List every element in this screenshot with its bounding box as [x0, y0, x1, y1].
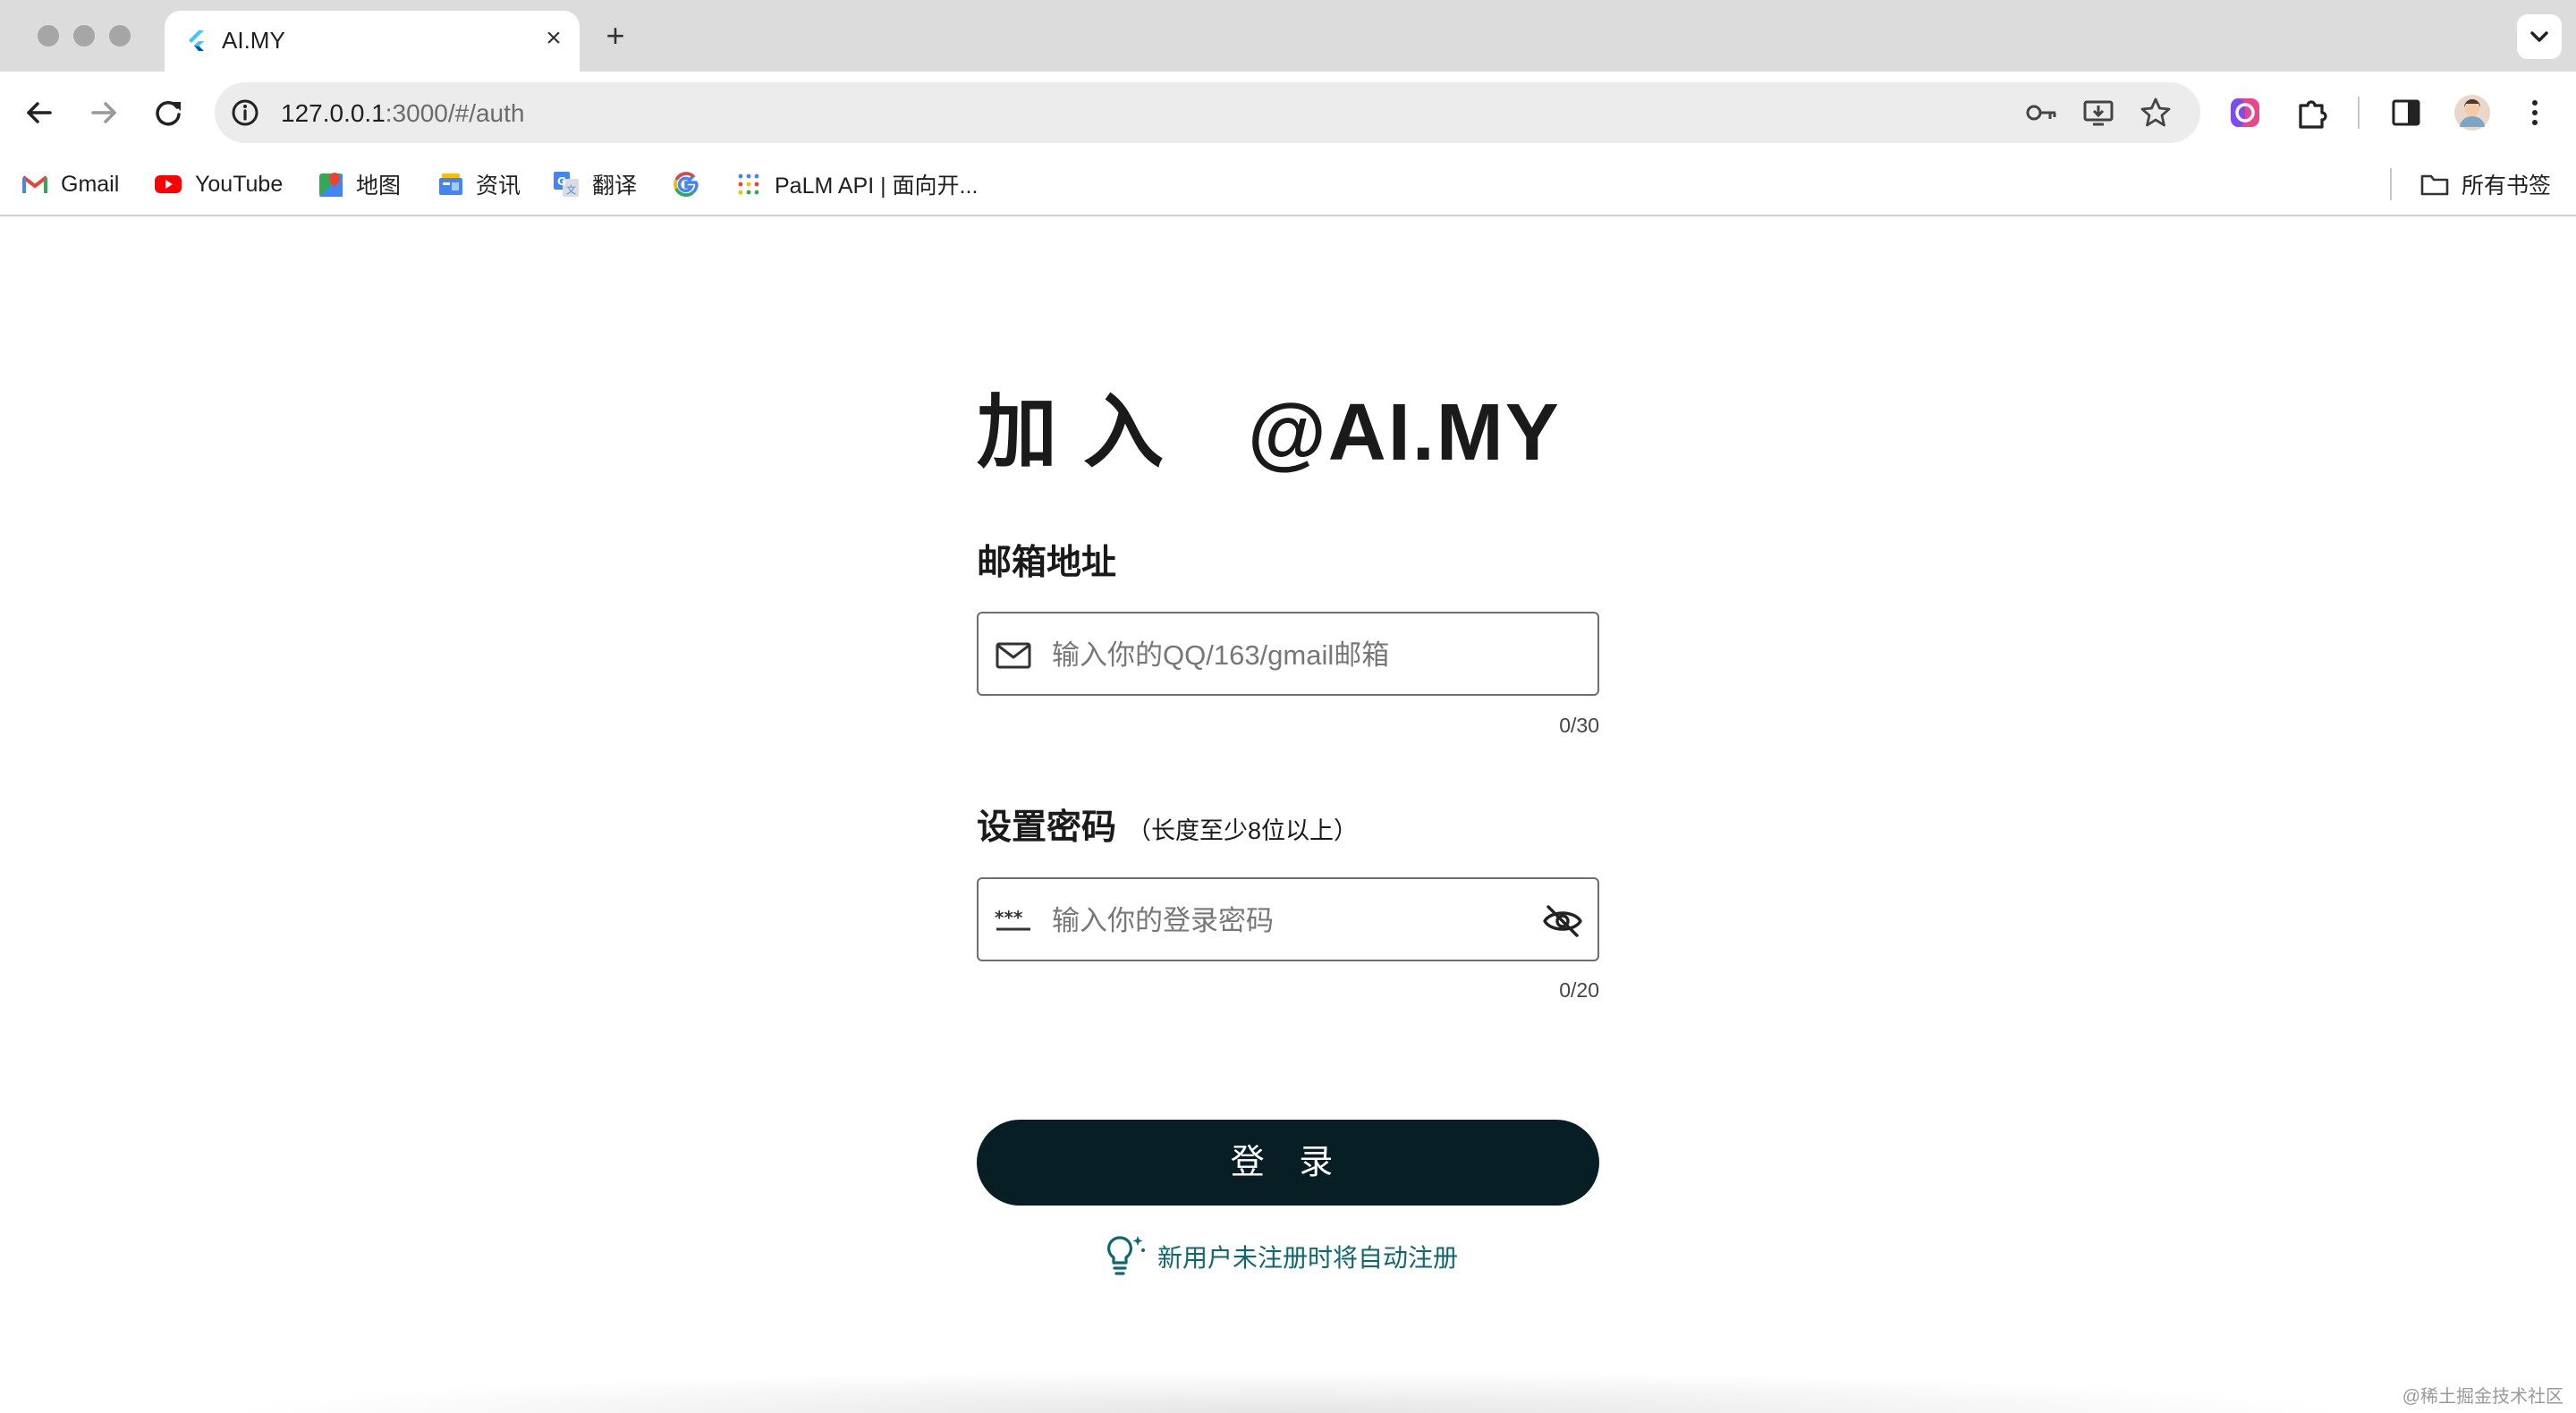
bottom-shadow: [215, 1370, 2361, 1413]
close-tab-button[interactable]: ×: [538, 23, 569, 54]
profile-avatar-icon[interactable]: [2453, 93, 2492, 132]
bookmark-maps[interactable]: 地图: [318, 166, 401, 202]
email-label: 邮箱地址: [977, 544, 1117, 582]
minimize-window-button[interactable]: [73, 25, 95, 47]
back-icon[interactable]: [20, 93, 59, 132]
close-window-button[interactable]: [38, 25, 59, 47]
translate-icon: G 文: [554, 172, 579, 197]
palm-icon: [738, 173, 759, 195]
bookmark-translate[interactable]: G 文 翻译: [553, 166, 637, 202]
email-counter: 0/30: [1559, 714, 1599, 737]
youtube-icon: [155, 175, 182, 193]
url-text[interactable]: 127.0.0.1:3000/#/auth: [281, 99, 524, 128]
site-info-icon[interactable]: [227, 95, 263, 131]
login-button[interactable]: 登 录: [977, 1120, 1599, 1206]
bookmark-gmail[interactable]: Gmail: [21, 166, 119, 202]
zoom-window-button[interactable]: [109, 25, 131, 47]
svg-text:文: 文: [566, 183, 576, 196]
maps-icon: [319, 173, 343, 197]
extensions-icon[interactable]: [2292, 93, 2331, 132]
lightbulb-icon: [1107, 1236, 1145, 1275]
password-counter: 0/20: [1559, 978, 1599, 1002]
auto-register-text: 新用户未注册时将自动注册: [1157, 1244, 1459, 1272]
toolbar-divider: [2358, 97, 2360, 129]
address-bar[interactable]: 127.0.0.1:3000/#/auth: [215, 82, 2200, 143]
google-icon: [674, 172, 699, 197]
auto-register-tip: 新用户未注册时将自动注册: [1104, 1234, 1458, 1279]
side-panel-icon[interactable]: [2386, 93, 2426, 132]
reload-icon[interactable]: [148, 93, 188, 132]
password-icon: ***: [995, 907, 1030, 931]
auth-page: 加 入 @AI.MY 邮箱地址 0/30 设置密码（长度至少8位以上） *** …: [0, 216, 2576, 1413]
browser-toolbar: 127.0.0.1:3000/#/auth: [0, 72, 2576, 154]
email-input[interactable]: [1050, 633, 1555, 678]
flutter-icon: [189, 30, 204, 51]
more-menu-icon[interactable]: [2515, 93, 2555, 132]
color-extension-icon[interactable]: [2225, 93, 2265, 132]
bookmark-news[interactable]: 资讯: [438, 166, 521, 202]
new-tab-button[interactable]: +: [597, 18, 633, 54]
bookmarks-divider: [2390, 168, 2392, 200]
active-tab[interactable]: AI.MY ×: [165, 11, 580, 72]
folder-icon: [2420, 174, 2449, 196]
forward-icon[interactable]: [84, 93, 123, 132]
tab-search-button[interactable]: [2517, 14, 2562, 59]
page-title: 加 入 @AI.MY: [977, 388, 1561, 478]
bookmark-youtube[interactable]: YouTube: [154, 166, 283, 202]
key-icon[interactable]: [2023, 95, 2059, 131]
gmail-icon: [21, 175, 48, 193]
bookmark-google[interactable]: [673, 166, 712, 202]
email-field[interactable]: [977, 612, 1599, 696]
password-input[interactable]: [1050, 899, 1555, 943]
bookmark-palm-api[interactable]: PaLM API | 面向开...: [735, 166, 978, 202]
install-app-icon[interactable]: [2080, 95, 2116, 131]
all-bookmarks-button[interactable]: 所有书签: [2420, 166, 2551, 202]
bookmarks-bar: Gmail YouTube 地图 资讯 G 文 翻译 PaLM API | 面向…: [0, 154, 2576, 216]
bookmark-star-icon[interactable]: [2138, 95, 2174, 131]
tab-strip: AI.MY × +: [0, 0, 2576, 72]
tab-title: AI.MY: [222, 27, 285, 54]
svg-text:G: G: [557, 175, 566, 188]
svg-text:***: ***: [995, 907, 1023, 928]
chevron-down-icon: [2530, 31, 2548, 42]
watermark: @稀土掘金技术社区: [2402, 1387, 2563, 1407]
mail-icon: [996, 642, 1031, 669]
eye-off-icon[interactable]: [1540, 899, 1585, 943]
password-field[interactable]: ***: [977, 877, 1599, 961]
news-icon: [439, 173, 462, 195]
password-length-hint: （长度至少8位以上）: [1127, 817, 1359, 844]
password-label: 设置密码 （长度至少8位以上）: [977, 808, 1359, 847]
